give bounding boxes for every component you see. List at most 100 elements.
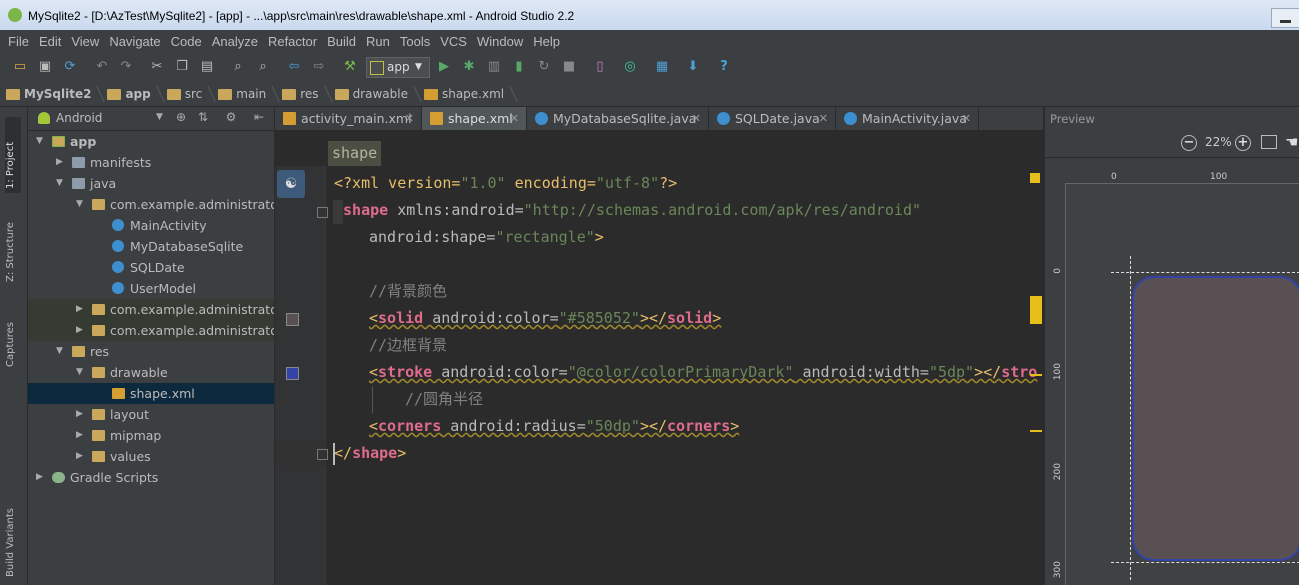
color-swatch-solid[interactable]	[286, 313, 299, 326]
gear-icon[interactable]: ⚙	[224, 110, 238, 124]
captures-tool-tab[interactable]: Captures	[5, 307, 21, 367]
project-tool-tab[interactable]: 1: Project	[5, 117, 21, 193]
menu-navigate[interactable]: Navigate	[109, 34, 160, 49]
xml-tag-breadcrumb[interactable]: shape	[328, 141, 381, 166]
stop-icon[interactable]: ■	[561, 59, 577, 75]
menu-analyze[interactable]: Analyze	[212, 34, 258, 49]
cut-icon[interactable]: ✂	[149, 59, 165, 75]
collapse-all-icon[interactable]: ⇅	[196, 110, 210, 124]
tree-item[interactable]: ▼ app	[28, 131, 274, 152]
structure-tool-tab[interactable]: Z: Structure	[5, 212, 21, 282]
breadcrumb-main[interactable]: main	[212, 82, 276, 106]
menu-build[interactable]: Build	[327, 34, 356, 49]
breadcrumb-app[interactable]: app	[101, 82, 160, 106]
save-icon[interactable]: ▣	[37, 59, 53, 75]
menu-code[interactable]: Code	[171, 34, 202, 49]
warning-marker[interactable]	[1030, 374, 1042, 376]
run-icon[interactable]: ▶	[436, 59, 452, 75]
chevron-right-icon[interactable]: ▶	[36, 467, 46, 488]
menu-tools[interactable]: Tools	[400, 34, 430, 49]
code-editor[interactable]: <?xml version="1.0" encoding="utf-8"?> <…	[326, 166, 1043, 585]
tree-item[interactable]: UserModel	[28, 278, 274, 299]
debug-icon[interactable]: ✱	[461, 59, 477, 75]
chevron-down-icon[interactable]: ▼	[76, 362, 86, 383]
pan-hand-icon[interactable]: ☚	[1285, 133, 1298, 151]
minimize-button[interactable]	[1271, 8, 1299, 28]
chevron-down-icon[interactable]: ▼	[36, 131, 46, 152]
tab-shape-xml[interactable]: shape.xml ✕	[422, 107, 527, 130]
close-icon[interactable]: ✕	[405, 107, 414, 130]
avd-manager-icon[interactable]: ▯	[592, 59, 608, 75]
zoom-to-fit-icon[interactable]	[1261, 135, 1277, 149]
sync-icon[interactable]: ⟳	[62, 59, 78, 75]
breadcrumb-project[interactable]: MySqlite2	[0, 82, 101, 106]
build-variants-tool-tab[interactable]: Build Variants	[5, 487, 21, 577]
tree-item[interactable]: ▶ manifests	[28, 152, 274, 173]
menu-window[interactable]: Window	[477, 34, 523, 49]
paste-icon[interactable]: ▤	[199, 59, 215, 75]
tab-mydatabasesqlite-java[interactable]: MyDatabaseSqlite.java ✕	[527, 107, 709, 130]
tree-item[interactable]: ▶ values	[28, 446, 274, 467]
warning-marker[interactable]	[1030, 430, 1042, 432]
project-structure-icon[interactable]: ▦	[654, 59, 670, 75]
tree-item[interactable]: ▼ com.example.administrator.m	[28, 194, 274, 215]
back-icon[interactable]: ⇦	[286, 59, 302, 75]
menu-view[interactable]: View	[71, 34, 99, 49]
tree-item[interactable]: ▼ res	[28, 341, 274, 362]
chevron-down-icon[interactable]: ▼	[76, 194, 86, 215]
scroll-from-source-icon[interactable]: ⊕	[174, 110, 188, 124]
project-view-selector[interactable]: Android	[56, 111, 102, 125]
fold-marker-icon[interactable]	[317, 207, 328, 218]
tree-item[interactable]: MyDatabaseSqlite	[28, 236, 274, 257]
warning-marker[interactable]	[1030, 173, 1040, 183]
breadcrumb-drawable[interactable]: drawable	[329, 82, 418, 106]
menu-vcs[interactable]: VCS	[440, 34, 467, 49]
attach-debugger-icon[interactable]: ▮	[511, 59, 527, 75]
chevron-right-icon[interactable]: ▶	[76, 404, 86, 425]
make-project-icon[interactable]: ⚒	[342, 59, 358, 75]
menu-help[interactable]: Help	[533, 34, 560, 49]
replace-icon[interactable]: ⌕	[255, 59, 271, 75]
preview-canvas[interactable]	[1066, 184, 1299, 585]
help-icon[interactable]: ?	[716, 59, 732, 75]
menu-file[interactable]: File	[8, 34, 29, 49]
tree-item[interactable]: ▶ mipmap	[28, 425, 274, 446]
zoom-in-icon[interactable]: +	[1235, 135, 1251, 151]
breadcrumb-res[interactable]: res	[276, 82, 328, 106]
menu-run[interactable]: Run	[366, 34, 390, 49]
open-folder-icon[interactable]: ▭	[12, 59, 28, 75]
undo-icon[interactable]: ↶	[94, 59, 110, 75]
sdk-sync-icon[interactable]: ◎	[622, 59, 638, 75]
hide-panel-icon[interactable]: ⇤	[252, 110, 266, 124]
breadcrumb-src[interactable]: src	[161, 82, 213, 106]
close-icon[interactable]: ✕	[692, 107, 701, 130]
chevron-right-icon[interactable]: ▶	[76, 320, 86, 341]
chevron-down-icon[interactable]: ▼	[56, 341, 66, 362]
redo-icon[interactable]: ↷	[118, 59, 134, 75]
warning-marker[interactable]	[1030, 296, 1042, 324]
tree-item[interactable]: ▼ drawable	[28, 362, 274, 383]
zoom-out-icon[interactable]: −	[1181, 135, 1197, 151]
tree-item[interactable]: ▶ layout	[28, 404, 274, 425]
tree-item[interactable]: MainActivity	[28, 215, 274, 236]
forward-icon[interactable]: ⇨	[311, 59, 327, 75]
tab-sqldate-java[interactable]: SQLDate.java ✕	[709, 107, 836, 130]
chevron-down-icon[interactable]: ▼	[156, 112, 163, 122]
sdk-manager-icon[interactable]: ⬇	[685, 59, 701, 75]
chevron-down-icon[interactable]: ▼	[56, 173, 66, 194]
tree-item[interactable]: ▼ java	[28, 173, 274, 194]
fold-marker-icon[interactable]	[317, 449, 328, 460]
menu-refactor[interactable]: Refactor	[268, 34, 317, 49]
run-configuration-select[interactable]: app ▼	[366, 57, 430, 78]
tree-item[interactable]: ▶ com.example.administrator.m	[28, 299, 274, 320]
menu-edit[interactable]: Edit	[39, 34, 61, 49]
chevron-right-icon[interactable]: ▶	[76, 425, 86, 446]
close-icon[interactable]: ✕	[819, 107, 828, 130]
profile-icon[interactable]: ▥	[486, 59, 502, 75]
copy-icon[interactable]: ❐	[174, 59, 190, 75]
breadcrumb-file[interactable]: shape.xml	[418, 82, 514, 106]
chevron-right-icon[interactable]: ▶	[76, 299, 86, 320]
apply-changes-icon[interactable]: ↻	[536, 59, 552, 75]
close-icon[interactable]: ✕	[962, 107, 971, 130]
color-swatch-stroke[interactable]	[286, 367, 299, 380]
